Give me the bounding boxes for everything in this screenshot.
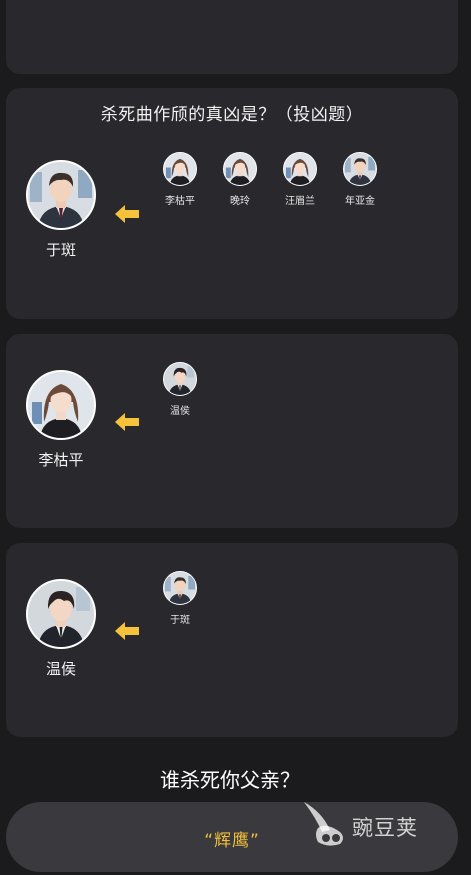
arrow-left-icon	[114, 204, 140, 224]
voter-avatar	[343, 152, 377, 186]
voter-avatar	[163, 362, 197, 396]
voter-avatar	[283, 152, 317, 186]
voter-item: 温侯	[155, 362, 205, 417]
arrow-left-icon	[114, 621, 140, 641]
watermark-text: 豌豆荚	[352, 816, 418, 840]
voter-avatar	[223, 152, 257, 186]
voter-name: 温侯	[170, 406, 190, 417]
question-card-2: 李枯平 温侯	[6, 334, 458, 528]
voter-avatar	[163, 152, 197, 186]
voter-item: 年亚金	[335, 152, 385, 207]
suspect-name: 温侯	[45, 660, 76, 678]
suspect-name: 于斑	[45, 241, 76, 259]
suspect-avatar	[26, 579, 96, 649]
voter-name: 晚玲	[230, 196, 250, 207]
question-title: 杀死曲作颀的真凶是？（投凶题）	[100, 105, 364, 125]
suspect-card[interactable]: 李枯平	[26, 370, 96, 470]
voter-item: 于斑	[155, 571, 205, 626]
watermark: 豌豆荚	[300, 798, 460, 852]
voter-avatar	[163, 571, 197, 605]
final-question-title: 谁杀死你父亲？	[160, 768, 300, 792]
voter-name: 年亚金	[345, 196, 375, 207]
wandoujia-logo-icon	[304, 802, 343, 846]
question-card-3: 温侯 于斑	[6, 543, 458, 737]
question-card-1: 杀死曲作颀的真凶是？（投凶题） 于斑 李枯平 晚玲 汪眉兰 年亚金	[6, 88, 458, 319]
voter-item: 汪眉兰	[275, 152, 325, 207]
voter-name: 于斑	[170, 615, 190, 626]
voter-item: 晚玲	[215, 152, 265, 207]
suspect-card[interactable]: 温侯	[26, 579, 96, 679]
arrow-left-icon	[114, 412, 140, 432]
voter-item: 李枯平	[155, 152, 205, 207]
previous-question-card	[6, 0, 458, 74]
suspect-card[interactable]: 于斑	[26, 160, 96, 260]
suspect-avatar	[26, 160, 96, 230]
voter-name: 汪眉兰	[285, 196, 315, 207]
voter-name: 李枯平	[165, 196, 195, 207]
suspect-name: 李枯平	[38, 451, 84, 469]
suspect-avatar	[26, 370, 96, 440]
